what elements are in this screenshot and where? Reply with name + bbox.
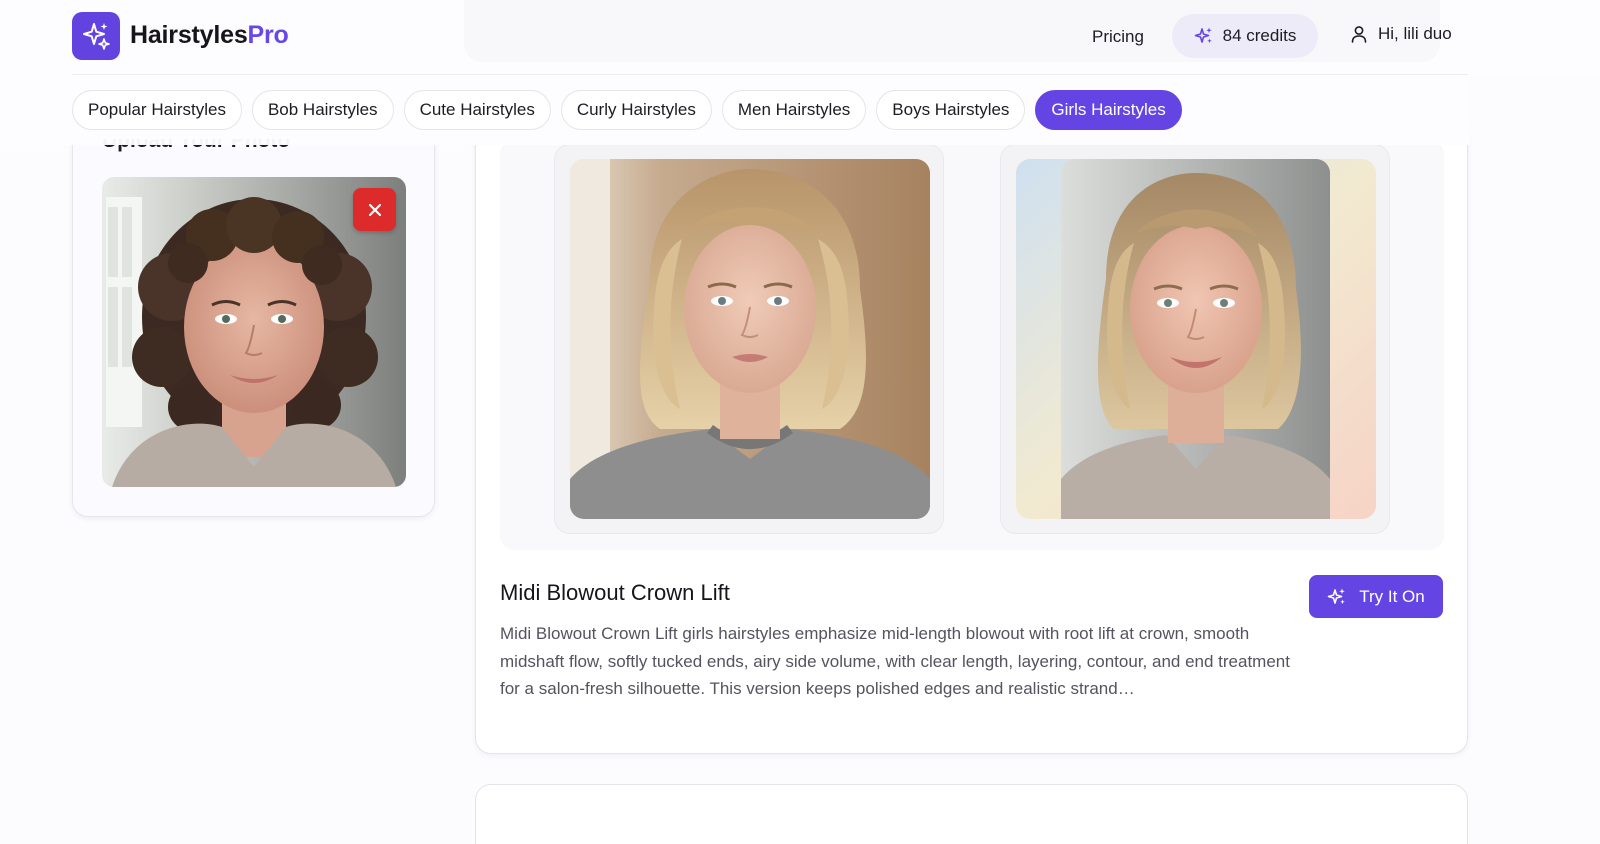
next-hairstyle-card bbox=[475, 784, 1468, 844]
tryon-result-image bbox=[1016, 159, 1376, 519]
category-chip-popular-hairstyles[interactable]: Popular Hairstyles bbox=[72, 90, 242, 130]
hairstyle-preview-panel bbox=[554, 144, 944, 534]
credits-badge[interactable]: 84 credits bbox=[1172, 14, 1318, 58]
credits-count: 84 credits bbox=[1222, 26, 1297, 45]
try-it-on-label: Try It On bbox=[1359, 586, 1425, 606]
user-menu[interactable]: Hi, lili duo bbox=[1350, 24, 1452, 44]
category-chip-cute-hairstyles[interactable]: Cute Hairstyles bbox=[403, 90, 551, 130]
hairstyle-title: Midi Blowout Crown Lift bbox=[500, 580, 730, 605]
brand-name-main: Hairstyles bbox=[130, 21, 248, 49]
sparkles-icon bbox=[1194, 27, 1212, 44]
user-icon bbox=[1351, 26, 1367, 43]
category-chip-curly-hairstyles[interactable]: Curly Hairstyles bbox=[560, 90, 712, 130]
hairstyle-description: Midi Blowout Crown Lift girls hairstyles… bbox=[500, 624, 1290, 698]
close-icon bbox=[368, 203, 381, 216]
category-chip-girls-hairstyles[interactable]: Girls Hairstyles bbox=[1035, 90, 1182, 130]
category-chips: Popular Hairstyles Bob Hairstyles Cute Hai… bbox=[72, 90, 1182, 130]
try-it-on-button[interactable]: Try It On bbox=[1309, 575, 1443, 618]
pricing-link[interactable]: Pricing bbox=[1092, 26, 1144, 48]
tryon-result-panel bbox=[1000, 144, 1390, 534]
sparkles-icon bbox=[1327, 588, 1346, 604]
category-chip-bob-hairstyles[interactable]: Bob Hairstyles bbox=[251, 90, 394, 130]
user-greeting: Hi, lili duo bbox=[1378, 24, 1452, 43]
category-chip-men-hairstyles[interactable]: Men Hairstyles bbox=[721, 90, 867, 130]
remove-photo-button[interactable] bbox=[353, 188, 396, 231]
brand-name[interactable]: HairstylesPro bbox=[130, 20, 289, 50]
sparkles-icon bbox=[83, 23, 110, 50]
category-chip-boys-hairstyles[interactable]: Boys Hairstyles bbox=[876, 90, 1026, 130]
hairstyle-preview-image bbox=[570, 159, 930, 519]
brand-logo[interactable] bbox=[72, 12, 120, 60]
brand-name-accent: Pro bbox=[247, 21, 289, 49]
